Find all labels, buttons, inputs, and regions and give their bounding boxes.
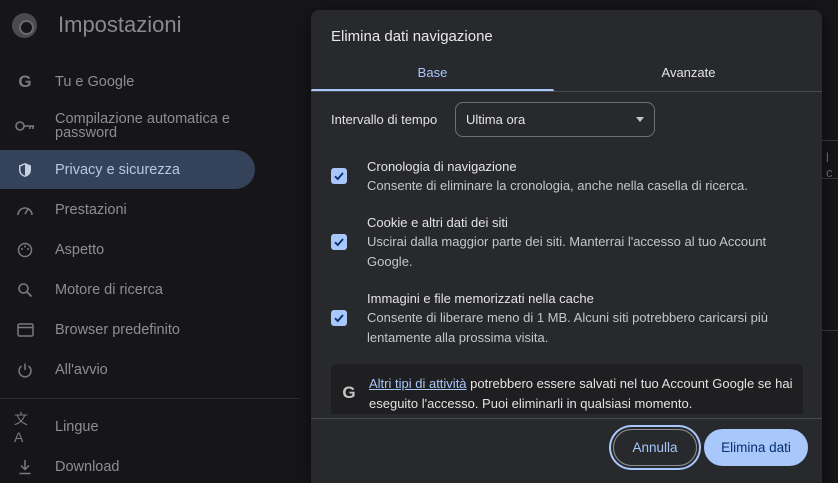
checkmark-icon xyxy=(334,314,344,323)
sidebar-item-label: Compilazione automatica e password xyxy=(55,111,230,141)
power-icon xyxy=(14,359,36,381)
sidebar-item-label: Browser predefinito xyxy=(55,322,180,338)
browser-window-icon xyxy=(14,319,36,341)
cached-images-checkbox[interactable] xyxy=(331,310,347,326)
sidebar-item-label: Lingue xyxy=(55,419,99,435)
sidebar-item-label: Privacy e sicurezza xyxy=(55,161,180,178)
sidebar-item-you-and-google[interactable]: G Tu e Google xyxy=(0,70,255,94)
option-browsing-history: Cronologia di navigazione Consente di el… xyxy=(331,158,801,198)
key-icon xyxy=(14,115,36,137)
sidebar-item-label: Tu e Google xyxy=(55,74,135,90)
sidebar-divider xyxy=(0,398,300,399)
sidebar-item-default-browser[interactable]: Browser predefinito xyxy=(0,318,255,342)
palette-icon xyxy=(14,239,36,261)
sidebar-item-appearance[interactable]: Aspetto xyxy=(0,238,255,262)
option-title: Cronologia di navigazione xyxy=(367,159,517,174)
other-activity-link[interactable]: Altri tipi di attività xyxy=(369,376,467,391)
checkmark-icon xyxy=(334,238,344,247)
sidebar-item-languages[interactable]: 文A Lingue xyxy=(0,411,255,445)
option-title: Cookie e altri dati dei siti xyxy=(367,215,508,230)
dialog-title: Elimina dati navigazione xyxy=(331,28,493,45)
footer-divider xyxy=(311,418,822,419)
delete-data-button[interactable]: Elimina dati xyxy=(704,429,808,466)
sidebar-item-label: Prestazioni xyxy=(55,202,127,218)
sidebar-item-downloads[interactable]: Download xyxy=(0,455,255,479)
google-activity-info: G Altri tipi di attività potrebbero esse… xyxy=(331,364,803,414)
sidebar-item-autofill[interactable]: Compilazione automatica e password xyxy=(0,108,255,144)
cancel-button[interactable]: Annulla xyxy=(613,429,697,466)
checkmark-icon xyxy=(334,172,344,181)
time-range-value: Ultima ora xyxy=(466,112,526,127)
tab-base[interactable]: Base xyxy=(311,60,554,92)
dropdown-caret-icon xyxy=(636,117,644,122)
translate-icon: 文A xyxy=(14,411,28,445)
option-cached-images: Immagini e file memorizzati nella cache … xyxy=(331,290,801,350)
download-icon xyxy=(14,456,36,478)
settings-header: Impostazioni xyxy=(0,0,310,54)
shield-icon xyxy=(14,159,36,181)
background-divider xyxy=(822,178,838,179)
tabs-divider xyxy=(311,91,822,92)
info-text: Altri tipi di attività potrebbero essere… xyxy=(369,374,794,414)
background-divider xyxy=(822,330,838,331)
sidebar-item-label: Download xyxy=(55,459,120,475)
chrome-logo-icon xyxy=(12,13,37,38)
option-cookies: Cookie e altri dati dei siti Uscirai dal… xyxy=(331,214,801,274)
sidebar-item-performance[interactable]: Prestazioni xyxy=(0,198,255,222)
page-title: Impostazioni xyxy=(58,12,182,37)
sidebar-item-on-startup[interactable]: All'avvio xyxy=(0,358,255,382)
time-range-select[interactable]: Ultima ora xyxy=(455,102,655,137)
sidebar-item-privacy[interactable]: Privacy e sicurezza xyxy=(0,150,255,189)
tab-advanced[interactable]: Avanzate xyxy=(567,60,810,92)
option-title: Immagini e file memorizzati nella cache xyxy=(367,291,594,306)
sidebar-item-label: Motore di ricerca xyxy=(55,282,163,298)
cookies-checkbox[interactable] xyxy=(331,234,347,250)
search-icon xyxy=(14,279,36,301)
option-description: Consente di eliminare la cronologia, anc… xyxy=(367,178,748,193)
google-g-icon: G xyxy=(18,72,32,91)
sidebar-item-search-engine[interactable]: Motore di ricerca xyxy=(0,278,255,302)
browsing-history-checkbox[interactable] xyxy=(331,168,347,184)
speedometer-icon xyxy=(14,199,36,221)
option-description: Consente di liberare meno di 1 MB. Alcun… xyxy=(367,310,769,345)
sidebar-item-label: Aspetto xyxy=(55,242,105,258)
background-divider xyxy=(822,140,838,141)
background-text-fragment: l c xyxy=(826,150,833,180)
dialog-tabs: Base Avanzate xyxy=(311,60,822,92)
google-g-icon: G xyxy=(342,383,356,402)
option-description: Uscirai dalla maggior parte dei siti. Ma… xyxy=(367,234,767,269)
clear-browsing-data-dialog: Elimina dati navigazione Base Avanzate I… xyxy=(311,10,822,483)
time-range-label: Intervallo di tempo xyxy=(331,112,438,127)
sidebar-item-label: All'avvio xyxy=(55,362,108,378)
